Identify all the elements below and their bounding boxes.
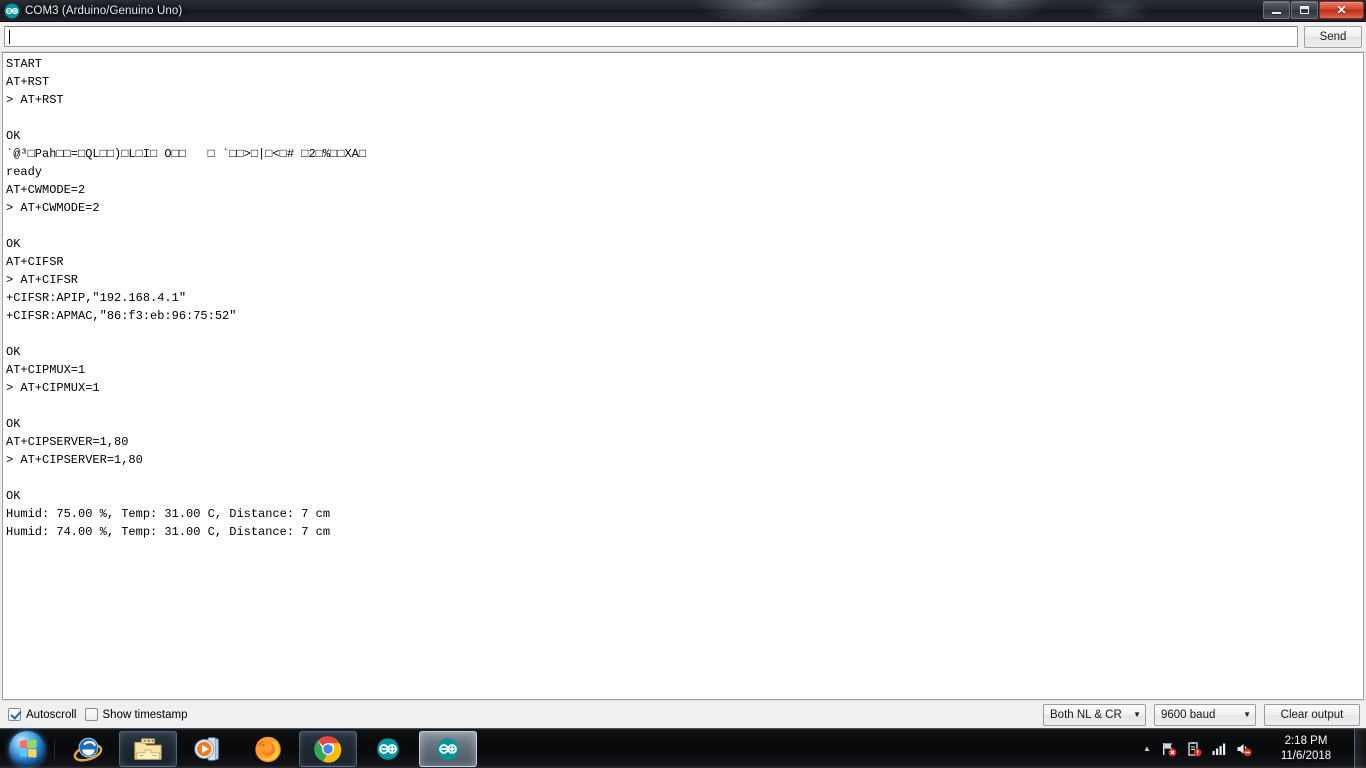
taskbar-item-windows-media-player[interactable]	[179, 731, 237, 767]
taskbar-divider	[54, 733, 55, 764]
arduino-infinity-icon	[4, 3, 20, 19]
arduino-infinity-icon	[377, 737, 399, 760]
show-desktop-button[interactable]	[1354, 728, 1366, 768]
window-titlebar[interactable]: COM3 (Arduino/Genuino Uno) ✕	[0, 0, 1366, 22]
taskbar-item-google-chrome[interactable]	[299, 730, 357, 767]
clock-time: 2:18 PM	[1284, 734, 1328, 747]
firefox-icon	[255, 736, 281, 762]
media-player-icon	[194, 736, 219, 761]
desktop: COM3 (Arduino/Genuino Uno) ✕ Send START …	[0, 0, 1366, 768]
close-button[interactable]: ✕	[1319, 1, 1364, 19]
send-button[interactable]: Send	[1304, 25, 1362, 48]
checkbox-unchecked-icon	[84, 708, 98, 721]
chrome-icon	[314, 735, 342, 763]
internet-explorer-icon	[73, 737, 103, 761]
window-title: COM3 (Arduino/Genuino Uno)	[25, 4, 183, 17]
clear-output-button[interactable]: Clear output	[1264, 703, 1360, 726]
network-error-icon[interactable]	[1161, 741, 1177, 757]
autoscroll-label: Autoscroll	[26, 708, 77, 721]
autoscroll-checkbox[interactable]: Autoscroll	[8, 708, 77, 721]
taskbar-item-internet-explorer[interactable]	[59, 731, 117, 767]
minimize-icon	[1272, 12, 1281, 14]
checkbox-checked-icon	[8, 708, 21, 721]
taskbar-clock[interactable]: 2:18 PM 11/6/2018	[1262, 734, 1350, 764]
caption-button-group: ✕	[1263, 1, 1364, 19]
action-center-icon[interactable]	[1186, 741, 1202, 757]
arduino-infinity-icon	[437, 737, 459, 760]
signal-bars-icon[interactable]	[1211, 741, 1227, 757]
folder-icon	[134, 737, 162, 760]
baud-rate-value: 9600 baud	[1161, 708, 1216, 721]
restore-button[interactable]	[1291, 1, 1318, 19]
send-input[interactable]	[4, 26, 1298, 47]
system-tray: ▲ 2:18 PM 11/6/2018	[1137, 728, 1366, 768]
taskbar-item-arduino-serial-monitor[interactable]	[419, 730, 477, 767]
line-ending-value: Both NL & CR	[1050, 708, 1122, 721]
chevron-down-icon: ▼	[1133, 709, 1141, 719]
clock-date: 11/6/2018	[1280, 749, 1332, 762]
tray-icon-group	[1157, 741, 1262, 757]
send-row: Send	[0, 22, 1366, 52]
text-caret	[9, 29, 10, 44]
taskbar-item-arduino-ide[interactable]	[359, 731, 417, 767]
start-button[interactable]	[3, 730, 51, 768]
windows-taskbar: ▲ 2:18 PM 11/6/2018	[0, 728, 1366, 768]
serial-control-bar: Autoscroll Show timestamp Both NL & CR ▼…	[0, 700, 1366, 728]
taskbar-item-windows-explorer[interactable]	[119, 730, 177, 767]
minimize-button[interactable]	[1263, 1, 1290, 19]
show-timestamp-checkbox[interactable]: Show timestamp	[84, 708, 188, 721]
serial-monitor-window: COM3 (Arduino/Genuino Uno) ✕ Send START …	[0, 0, 1366, 728]
serial-output-area[interactable]: START AT+RST > AT+RST OK `@³□Pah□□=□QL□□…	[2, 52, 1364, 700]
show-hidden-icons-button[interactable]: ▲	[1137, 734, 1157, 764]
serial-output-text: START AT+RST > AT+RST OK `@³□Pah□□=□QL□□…	[6, 57, 367, 539]
baud-rate-select[interactable]: 9600 baud ▼	[1154, 703, 1256, 726]
close-icon: ✕	[1336, 3, 1347, 17]
show-timestamp-label: Show timestamp	[102, 708, 188, 721]
taskbar-item-mozilla-firefox[interactable]	[239, 731, 297, 767]
volume-muted-icon[interactable]	[1236, 741, 1252, 757]
chevron-down-icon: ▼	[1243, 709, 1251, 719]
restore-icon	[1300, 6, 1309, 14]
windows-logo-icon	[9, 730, 45, 767]
line-ending-select[interactable]: Both NL & CR ▼	[1043, 703, 1146, 726]
